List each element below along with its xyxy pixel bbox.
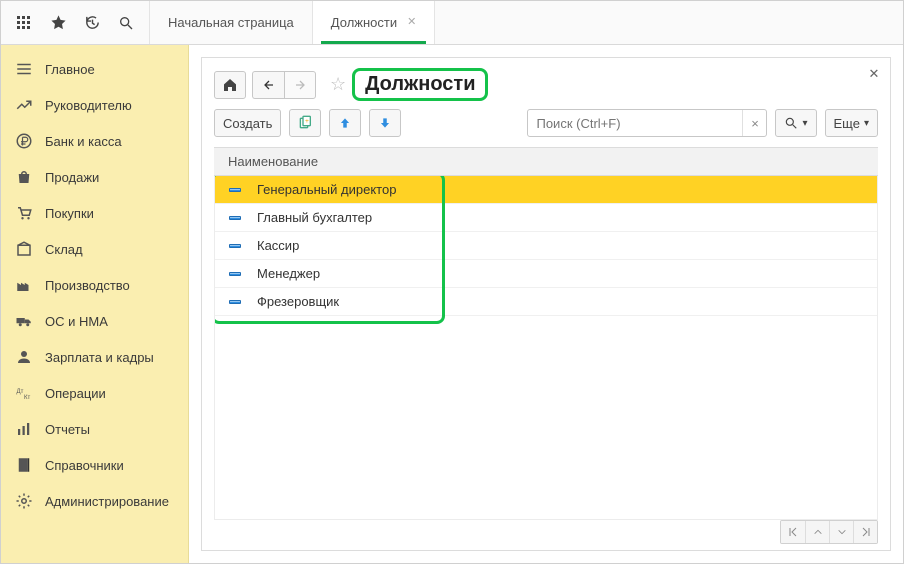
pager: [780, 520, 878, 544]
operations-icon: ДтКт: [15, 384, 33, 402]
item-mark-icon: [229, 300, 241, 304]
table-row[interactable]: Менеджер: [215, 260, 877, 288]
chevron-down-icon: ▾: [802, 118, 807, 129]
svg-text:Кт: Кт: [24, 395, 30, 401]
tab-positions-label: Должности: [331, 15, 397, 30]
star-icon[interactable]: [41, 1, 75, 45]
more-button[interactable]: Еще ▾: [825, 109, 878, 137]
row-name: Фрезеровщик: [257, 294, 339, 309]
factory-icon: [15, 276, 33, 294]
search-icon[interactable]: [109, 1, 143, 45]
gear-icon: [15, 492, 33, 510]
row-name: Главный бухгалтер: [257, 210, 372, 225]
main-area: ✕ ☆ Должности: [189, 45, 903, 563]
chart-up-icon: [15, 96, 33, 114]
tab-home-label: Начальная страница: [168, 15, 294, 30]
sidebar-item-label: Склад: [45, 242, 83, 257]
column-header-label: Наименование: [228, 154, 318, 169]
item-mark-icon: [229, 216, 241, 220]
move-up-button[interactable]: [329, 109, 361, 137]
ruble-icon: [15, 132, 33, 150]
sidebar-item-label: Производство: [45, 278, 130, 293]
sidebar-item-directories[interactable]: Справочники: [1, 447, 188, 483]
back-button[interactable]: [252, 71, 284, 99]
bag-icon: [15, 168, 33, 186]
move-down-button[interactable]: [369, 109, 401, 137]
truck-icon: [15, 312, 33, 330]
sidebar-item-label: Зарплата и кадры: [45, 350, 154, 365]
sidebar-item-hr[interactable]: Зарплата и кадры: [1, 339, 188, 375]
clear-search-button[interactable]: ×: [742, 110, 766, 136]
search-input-wrap: ×: [527, 109, 767, 137]
grid-body: Генеральный директор Главный бухгалтер К…: [214, 176, 878, 520]
row-name: Менеджер: [257, 266, 320, 281]
history-icon[interactable]: [75, 1, 109, 45]
book-icon: [15, 456, 33, 474]
sidebar-item-label: Администрирование: [45, 494, 169, 509]
sidebar-item-operations[interactable]: ДтКт Операции: [1, 375, 188, 411]
panel: ✕ ☆ Должности: [201, 57, 891, 551]
svg-text:+: +: [305, 118, 309, 125]
item-mark-icon: [229, 272, 241, 276]
tab-home[interactable]: Начальная страница: [150, 1, 313, 44]
home-button[interactable]: [214, 71, 246, 99]
sidebar-item-manager[interactable]: Руководителю: [1, 87, 188, 123]
pager-up-button[interactable]: [805, 521, 829, 543]
sidebar-item-reports[interactable]: Отчеты: [1, 411, 188, 447]
sidebar-item-warehouse[interactable]: Склад: [1, 231, 188, 267]
item-mark-icon: [229, 188, 241, 192]
top-toolbar: Начальная страница Должности ✕: [1, 1, 903, 45]
sidebar-item-label: Отчеты: [45, 422, 90, 437]
sidebar-item-purchases[interactable]: Покупки: [1, 195, 188, 231]
cart-icon: [15, 204, 33, 222]
favorite-star-icon[interactable]: ☆: [330, 74, 346, 95]
column-header-name[interactable]: Наименование: [214, 147, 878, 176]
sidebar-item-label: Продажи: [45, 170, 99, 185]
sidebar-item-label: Главное: [45, 62, 95, 77]
create-button[interactable]: Создать: [214, 109, 281, 137]
search-input[interactable]: [528, 116, 742, 131]
page-title: Должности: [352, 68, 488, 101]
sidebar-item-sales[interactable]: Продажи: [1, 159, 188, 195]
close-icon[interactable]: ✕: [407, 17, 416, 28]
box-icon: [15, 240, 33, 258]
table-row[interactable]: Кассир: [215, 232, 877, 260]
tab-positions[interactable]: Должности ✕: [313, 1, 436, 44]
table-row[interactable]: Генеральный директор: [215, 176, 877, 204]
sidebar-item-label: Справочники: [45, 458, 124, 473]
pager-first-button[interactable]: [781, 521, 805, 543]
table-row[interactable]: Фрезеровщик: [215, 288, 877, 316]
sidebar-item-label: Операции: [45, 386, 106, 401]
apps-icon[interactable]: [7, 1, 41, 45]
sidebar-item-main[interactable]: Главное: [1, 51, 188, 87]
bars-icon: [15, 420, 33, 438]
more-button-label: Еще: [834, 116, 860, 131]
pager-last-button[interactable]: [853, 521, 877, 543]
row-name: Кассир: [257, 238, 299, 253]
search-dropdown-button[interactable]: ▾: [775, 109, 816, 137]
sidebar-item-assets[interactable]: ОС и НМА: [1, 303, 188, 339]
sidebar-item-label: Покупки: [45, 206, 94, 221]
svg-text:Дт: Дт: [17, 389, 24, 395]
sidebar-item-production[interactable]: Производство: [1, 267, 188, 303]
sidebar-item-label: Руководителю: [45, 98, 132, 113]
create-button-label: Создать: [223, 116, 272, 131]
chevron-down-icon: ▾: [864, 118, 869, 129]
item-mark-icon: [229, 244, 241, 248]
table-row[interactable]: Главный бухгалтер: [215, 204, 877, 232]
sidebar: Главное Руководителю Банк и касса Продаж…: [1, 45, 189, 563]
sidebar-item-admin[interactable]: Администрирование: [1, 483, 188, 519]
menu-icon: [15, 60, 33, 78]
sidebar-item-label: ОС и НМА: [45, 314, 108, 329]
pager-down-button[interactable]: [829, 521, 853, 543]
close-icon[interactable]: ✕: [866, 66, 882, 82]
forward-button[interactable]: [284, 71, 316, 99]
person-icon: [15, 348, 33, 366]
row-name: Генеральный директор: [257, 182, 396, 197]
sidebar-item-label: Банк и касса: [45, 134, 122, 149]
sidebar-item-bank[interactable]: Банк и касса: [1, 123, 188, 159]
copy-button[interactable]: +: [289, 109, 321, 137]
